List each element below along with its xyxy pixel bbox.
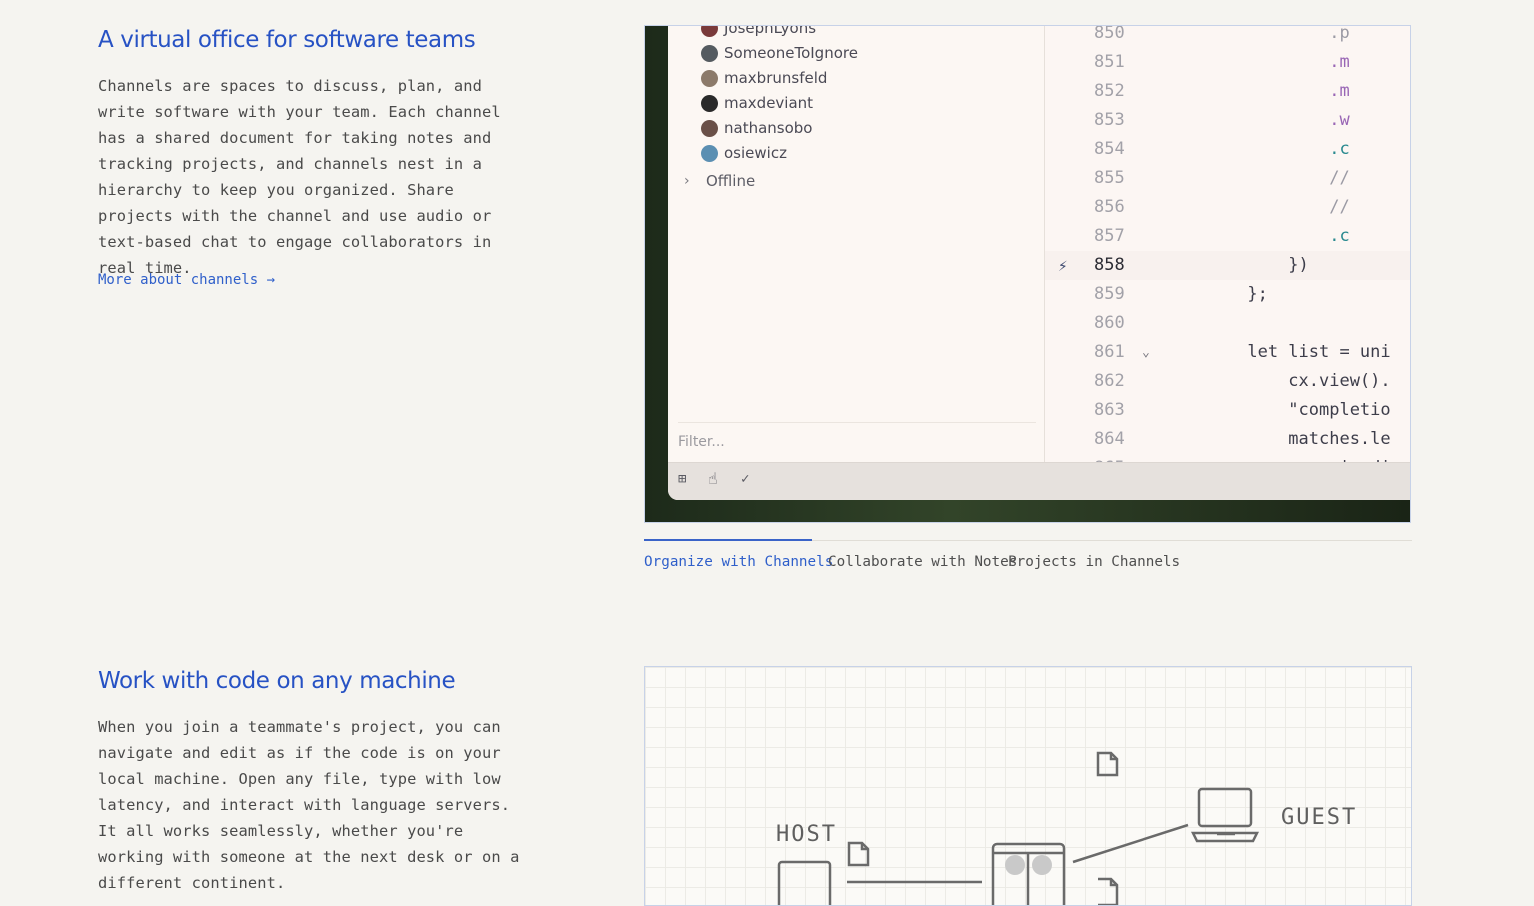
section-description-channels: Channels are spaces to discuss, plan, an…: [98, 77, 501, 277]
server-icon: [991, 842, 1066, 905]
code-line: 857 .c: [1045, 222, 1410, 251]
host-monitor-icon: [777, 860, 832, 905]
code-text: //: [1145, 197, 1350, 217]
section-title-virtual-office: A virtual office for software teams: [98, 27, 476, 53]
tree-icon[interactable]: ⊞: [678, 471, 686, 487]
code-line: 853 .w: [1045, 106, 1410, 135]
panel-toolbar: ⊞ ☝ ✓: [668, 462, 1410, 500]
line-number: 860: [1094, 313, 1125, 333]
member-item[interactable]: nathansobo: [701, 117, 812, 139]
code-text: let list = uni: [1145, 342, 1391, 362]
member-item[interactable]: maxdeviant: [701, 92, 813, 114]
member-name: maxbrunsfeld: [724, 69, 828, 87]
code-editor: 850 .p 851 .m 852 .m 853 .w 854 .c 855 /…: [1045, 26, 1410, 478]
section-description-remote-code: When you join a teammate's project, you …: [98, 718, 520, 892]
offline-label: Offline: [706, 172, 756, 190]
laptop-icon: [1190, 787, 1260, 843]
line-number: 858: [1094, 255, 1125, 275]
file-icon: [1096, 751, 1119, 777]
member-item[interactable]: JosephLyons: [701, 26, 816, 39]
code-line: 862 cx.view().: [1045, 367, 1410, 396]
line-number: 856: [1094, 197, 1125, 217]
more-about-channels-link[interactable]: More about channels →: [98, 272, 275, 288]
avatar: [701, 94, 718, 112]
line-number: 851: [1094, 52, 1125, 72]
file-icon: [1098, 877, 1119, 905]
member-name: SomeoneToIgnore: [724, 44, 858, 62]
code-line: 852 .m: [1045, 77, 1410, 106]
code-text: .c: [1145, 139, 1350, 159]
tab-projects-in-channels[interactable]: Projects in Channels: [1008, 554, 1180, 570]
filter-input[interactable]: Filter...: [678, 434, 725, 450]
member-name: osiewicz: [724, 144, 787, 162]
code-line: 859 };: [1045, 280, 1410, 309]
code-line: 851 .m: [1045, 48, 1410, 77]
code-text: .m: [1145, 81, 1350, 101]
tab-organize-with-channels[interactable]: Organize with Channels: [644, 554, 833, 570]
member-name: maxdeviant: [724, 94, 814, 112]
active-tab-indicator: [644, 539, 812, 541]
code-line: 861 ⌄ let list = uni: [1045, 338, 1410, 367]
line-number: 857: [1094, 226, 1125, 246]
code-line-active: ⚡ 858 }): [1045, 251, 1410, 280]
code-text: };: [1145, 284, 1268, 304]
code-text: //: [1145, 168, 1350, 188]
line-number: 861: [1094, 342, 1125, 362]
code-line: 855 //: [1045, 164, 1410, 193]
code-text: .p: [1145, 26, 1350, 43]
section-title-work-with-code: Work with code on any machine: [98, 668, 456, 694]
line-number: 854: [1094, 139, 1125, 159]
avatar: [701, 26, 718, 37]
cursor-hand-icon[interactable]: ☝: [708, 469, 718, 488]
code-line: 856 //: [1045, 193, 1410, 222]
diagram-shapes: [777, 751, 1260, 905]
channels-screenshot: JosephLyons SomeoneToIgnore maxbrunsfeld…: [644, 25, 1411, 523]
lightning-icon: ⚡: [1058, 256, 1068, 275]
file-icon: [847, 841, 870, 867]
code-line: 854 .c: [1045, 135, 1410, 164]
divider: [678, 422, 1036, 423]
collab-panel: JosephLyons SomeoneToIgnore maxbrunsfeld…: [668, 26, 1045, 462]
collaboration-diagram: HOST GUEST: [644, 666, 1412, 906]
line-number: 864: [1094, 429, 1125, 449]
member-name: JosephLyons: [724, 26, 817, 37]
avatar: [701, 144, 718, 162]
member-item[interactable]: SomeoneToIgnore: [701, 42, 858, 64]
code-line: 850 .p: [1045, 26, 1410, 48]
member-item[interactable]: maxbrunsfeld: [701, 67, 827, 89]
code-text: .c: [1145, 226, 1350, 246]
avatar: [701, 44, 718, 62]
line-number: 852: [1094, 81, 1125, 101]
code-text: cx.view().: [1145, 371, 1391, 391]
line-number: 862: [1094, 371, 1125, 391]
line-number: 853: [1094, 110, 1125, 130]
avatar: [701, 69, 718, 87]
tab-collaborate-with-notes[interactable]: Collaborate with Notes: [828, 554, 1017, 570]
chevron-right-icon: ›: [684, 173, 690, 189]
code-line: 864 matches.le: [1045, 425, 1410, 454]
code-line: 860: [1045, 309, 1410, 338]
avatar: [701, 119, 718, 137]
line-number: 859: [1094, 284, 1125, 304]
app-window: JosephLyons SomeoneToIgnore maxbrunsfeld…: [668, 26, 1410, 500]
code-text: matches.le: [1145, 429, 1391, 449]
line-number: 863: [1094, 400, 1125, 420]
line-number: 855: [1094, 168, 1125, 188]
check-icon[interactable]: ✓: [741, 471, 749, 487]
code-text: }): [1145, 255, 1309, 275]
line-number: 850: [1094, 26, 1125, 43]
code-text: .w: [1145, 110, 1350, 130]
code-text: "completio: [1145, 400, 1391, 420]
member-item[interactable]: osiewicz: [701, 142, 787, 164]
code-text: .m: [1145, 52, 1350, 72]
member-name: nathansobo: [724, 119, 813, 137]
code-line: 863 "completio: [1045, 396, 1410, 425]
offline-group[interactable]: › Offline: [684, 172, 755, 190]
